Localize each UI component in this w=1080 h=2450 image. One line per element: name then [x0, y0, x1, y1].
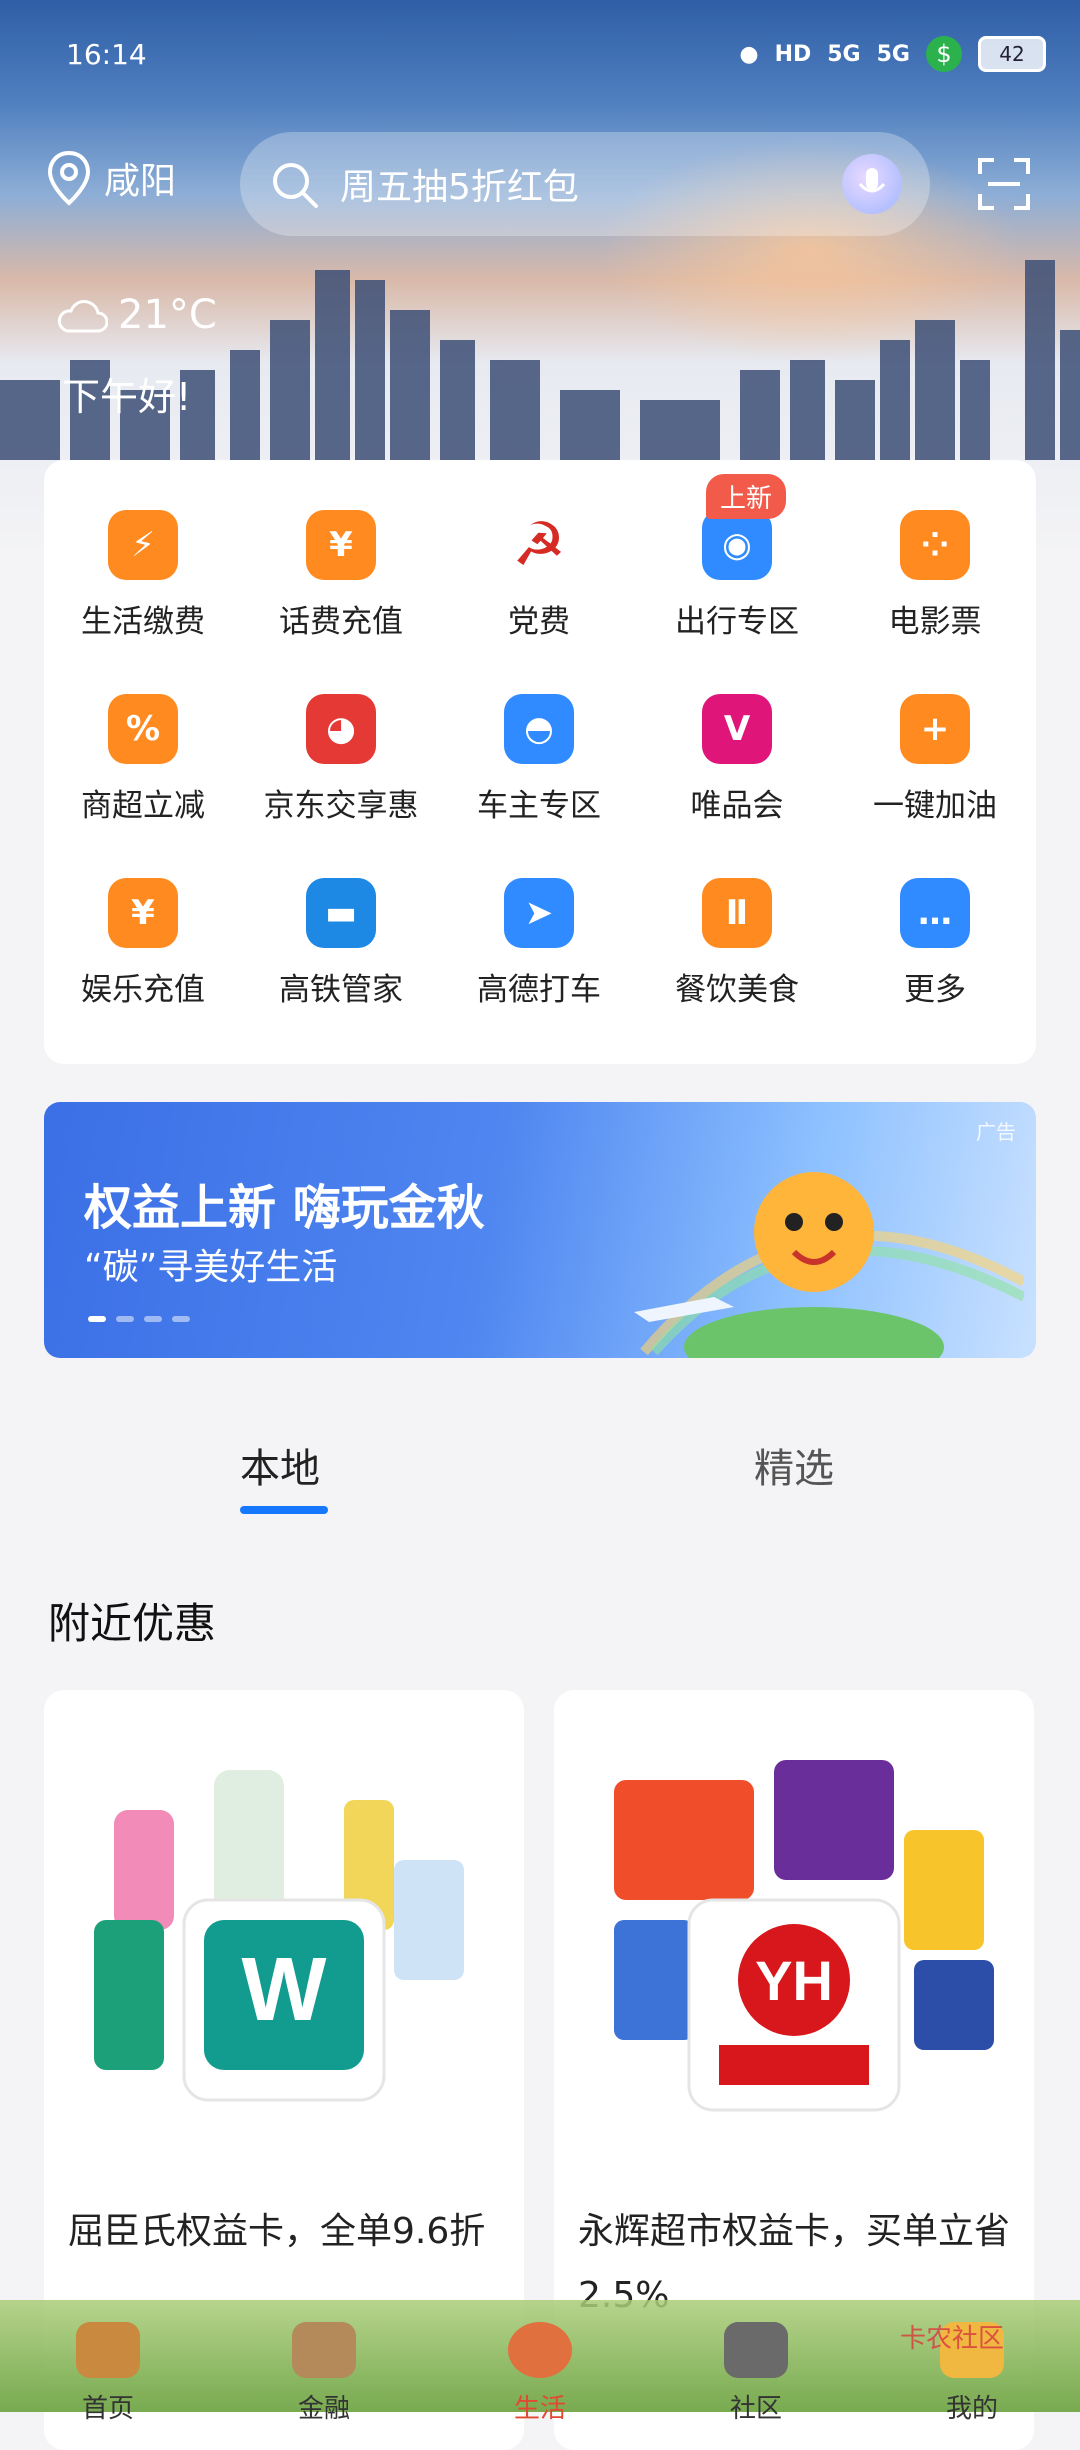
more-dots-icon: … [900, 878, 970, 948]
finance-icon [292, 2322, 356, 2378]
service-item[interactable]: ¥ 话费充值 [242, 480, 440, 640]
nav-label: 社区 [729, 2394, 782, 2424]
svg-text:W: W [242, 1940, 327, 2040]
service-item[interactable]: Ⅱ 餐饮美食 [638, 848, 836, 1008]
cloud-icon [57, 300, 108, 333]
service-label: 一键加油 [873, 788, 997, 824]
carousel-indicator [88, 1316, 190, 1322]
deal-text: 屈臣氏权益卡，全单9.6折 [68, 2211, 486, 2252]
service-label: 高德打车 [477, 972, 601, 1008]
location-label: 咸阳 [104, 161, 177, 202]
promo-banner[interactable]: 权益上新 嗨玩金秋 “碳”寻美好生活 广告 [44, 1102, 1036, 1358]
service-label: 娱乐充值 [81, 972, 205, 1008]
fuel-plus-icon: + [900, 694, 970, 764]
banner-subtitle: “碳”寻美好生活 [84, 1247, 338, 1288]
driver-icon: ◓ [504, 694, 574, 764]
battery-icon: 42 [978, 36, 1046, 72]
scan-icon[interactable] [978, 158, 1030, 210]
service-item[interactable]: ⁘ 电影票 [836, 480, 1034, 640]
nav-community[interactable]: 社区 [686, 2322, 826, 2425]
nav-label: 首页 [81, 2394, 134, 2424]
phone-yen-icon: ¥ [306, 510, 376, 580]
service-label: 出行专区 [675, 604, 799, 640]
banner-title: 权益上新 嗨玩金秋 [84, 1180, 485, 1236]
city-skyline-image [0, 260, 1080, 460]
service-label: 电影票 [888, 604, 982, 640]
nav-home[interactable]: 首页 [38, 2322, 178, 2425]
map-pin-icon: ◉ [702, 510, 772, 580]
jd-dog-icon: ◕ [306, 694, 376, 764]
tab-featured[interactable]: 精选 [754, 1436, 834, 1494]
percent-tag-icon: % [108, 694, 178, 764]
location-pin-icon [47, 150, 91, 206]
service-label: 更多 [904, 972, 966, 1008]
service-label: 生活缴费 [81, 604, 205, 640]
search-placeholder: 周五抽5折红包 [340, 167, 579, 208]
status-icons: ● HD 5G 5G $ 42 [739, 36, 1046, 72]
community-icon [724, 2322, 788, 2378]
hd-icon: HD [774, 41, 812, 67]
svg-text:YH: YH [755, 1949, 833, 2012]
service-item[interactable]: ◕ 京东交享惠 [242, 664, 440, 824]
service-item[interactable]: ▬ 高铁管家 [242, 848, 440, 1008]
service-item[interactable]: … 更多 [836, 848, 1034, 1008]
temperature: 21°C [118, 292, 217, 338]
lightning-drop-icon: ⚡ [108, 510, 178, 580]
signal-5g-icon: 5G [827, 41, 861, 67]
watermark: 卡农社区 [900, 2324, 1005, 2354]
status-time: 16:14 [66, 38, 147, 71]
service-item[interactable]: + 一键加油 [836, 664, 1034, 824]
location-selector[interactable]: 咸阳 [46, 150, 176, 206]
section-title: 附近优惠 [48, 1599, 217, 1648]
service-label: 高铁管家 [279, 972, 403, 1008]
train-icon: ▬ [306, 878, 376, 948]
tab-active-indicator [240, 1506, 328, 1514]
film-reel-icon: ⁘ [900, 510, 970, 580]
nav-life[interactable]: 生活 [470, 2322, 610, 2425]
nav-label: 我的 [945, 2394, 998, 2424]
service-item[interactable]: ➤ 高德打车 [440, 848, 638, 1008]
tab-local[interactable]: 本地 [240, 1436, 320, 1494]
watsons-product-image: W [94, 1770, 464, 2102]
hammer-sickle-icon: ☭ [512, 510, 566, 580]
fork-spoon-icon: Ⅱ [702, 878, 772, 948]
yonghui-product-image: YH [614, 1760, 994, 2112]
service-item[interactable]: V 唯品会 [638, 664, 836, 824]
greeting: 下午好! [62, 375, 192, 419]
service-label: 京东交享惠 [263, 788, 419, 824]
nav-label: 生活 [513, 2394, 566, 2424]
mascot-illustration [634, 1172, 1024, 1358]
service-item[interactable]: ◓ 车主专区 [440, 664, 638, 824]
service-item[interactable]: ☭ 党费 [440, 480, 638, 640]
search-bar[interactable]: 周五抽5折红包 [240, 132, 930, 236]
service-item[interactable]: ⚡ 生活缴费 [44, 480, 242, 640]
service-item[interactable]: ¥ 娱乐充值 [44, 848, 242, 1008]
service-label: 党费 [508, 604, 570, 640]
life-icon [508, 2322, 572, 2378]
signal-5g-icon-2: 5G [876, 41, 910, 67]
service-label: 车主专区 [477, 788, 601, 824]
vip-logo-icon: V [702, 694, 772, 764]
yen-card-icon: ¥ [108, 878, 178, 948]
service-item[interactable]: % 商超立减 [44, 664, 242, 824]
nav-label: 金融 [297, 2394, 350, 2424]
search-icon [273, 163, 318, 208]
nav-finance[interactable]: 金融 [254, 2322, 394, 2425]
amap-arrow-icon: ➤ [504, 878, 574, 948]
new-badge: 上新 [706, 474, 787, 519]
weather-widget[interactable]: 21°C [56, 292, 217, 338]
location-status-icon: ● [739, 41, 759, 67]
voice-search-icon[interactable] [842, 154, 902, 214]
service-label: 话费充值 [279, 604, 403, 640]
service-label: 唯品会 [690, 788, 784, 824]
dollar-app-icon: $ [926, 36, 962, 72]
service-label: 餐饮美食 [675, 972, 799, 1008]
home-icon [76, 2322, 140, 2378]
service-label: 商超立减 [81, 788, 205, 824]
